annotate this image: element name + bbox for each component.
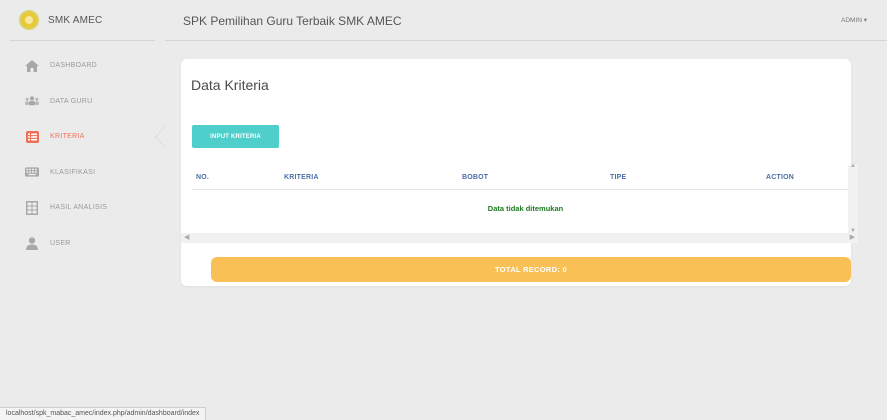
sidebar-item-klasifikasi[interactable]: KLASIFIKASI (0, 155, 165, 191)
input-kriteria-button[interactable]: INPUT KRITERIA (192, 125, 279, 148)
home-icon (25, 59, 39, 72)
sidebar-item-label: KLASIFIKASI (50, 168, 96, 176)
vertical-scrollbar[interactable]: ▲ ▼ (848, 163, 858, 234)
horizontal-scrollbar[interactable]: ◀ ▶ (181, 233, 858, 243)
empty-table-message: Data tidak ditemukan (487, 204, 564, 213)
column-header-action: ACTION (766, 174, 795, 181)
column-header-bobot: BOBOT (462, 174, 489, 181)
sidebar: SMK AMEC DASHBOARD DATA GURU KRITERIA KL… (0, 0, 165, 420)
user-menu-dropdown[interactable]: ADMIN ▾ (841, 16, 867, 24)
scroll-left-icon[interactable]: ◀ (184, 233, 189, 243)
list-icon (25, 130, 39, 143)
scroll-right-icon[interactable]: ▶ (850, 233, 855, 243)
sidebar-item-hasil-analisis[interactable]: HASIL ANALISIS (0, 190, 165, 226)
sidebar-item-data-guru[interactable]: DATA GURU (0, 84, 165, 120)
page-title: Data Kriteria (191, 77, 269, 93)
brand-name: SMK AMEC (48, 14, 103, 26)
total-record-bar: TOTAL RECORD: 0 (211, 257, 851, 282)
grid-icon (25, 200, 39, 215)
sidebar-item-label: DASHBOARD (50, 62, 98, 70)
app-title: SPK Pemilihan Guru Terbaik SMK AMEC (183, 14, 402, 28)
column-header-kriteria: KRITERIA (284, 174, 319, 181)
browser-status-url: localhost/spk_mabac_amec/index.php/admin… (0, 407, 207, 420)
sidebar-item-label: USER (50, 239, 71, 247)
content-card: Data Kriteria INPUT KRITERIA NO. KRITERI… (181, 59, 859, 286)
column-header-no: NO. (196, 174, 210, 181)
sidebar-item-dashboard[interactable]: DASHBOARD (0, 48, 165, 84)
sidebar-item-kriteria[interactable]: KRITERIA (0, 119, 165, 155)
active-indicator (155, 126, 165, 148)
brand[interactable]: SMK AMEC (10, 0, 155, 41)
column-header-tipe: TIPE (610, 174, 627, 181)
keyboard-icon (25, 166, 39, 178)
sidebar-item-label: DATA GURU (50, 97, 93, 105)
table-header-row: NO. KRITERIA BOBOT TIPE ACTION (192, 164, 859, 190)
sidebar-nav: DASHBOARD DATA GURU KRITERIA KLASIFIKASI… (0, 48, 165, 261)
user-icon (25, 237, 39, 250)
sidebar-item-label: KRITERIA (50, 133, 85, 141)
scroll-up-icon[interactable]: ▲ (850, 163, 856, 169)
sidebar-item-user[interactable]: USER (0, 226, 165, 262)
topbar: SPK Pemilihan Guru Terbaik SMK AMEC ADMI… (165, 0, 887, 41)
school-logo-icon (19, 10, 39, 30)
sidebar-item-label: HASIL ANALISIS (50, 204, 108, 212)
users-icon (25, 95, 39, 107)
